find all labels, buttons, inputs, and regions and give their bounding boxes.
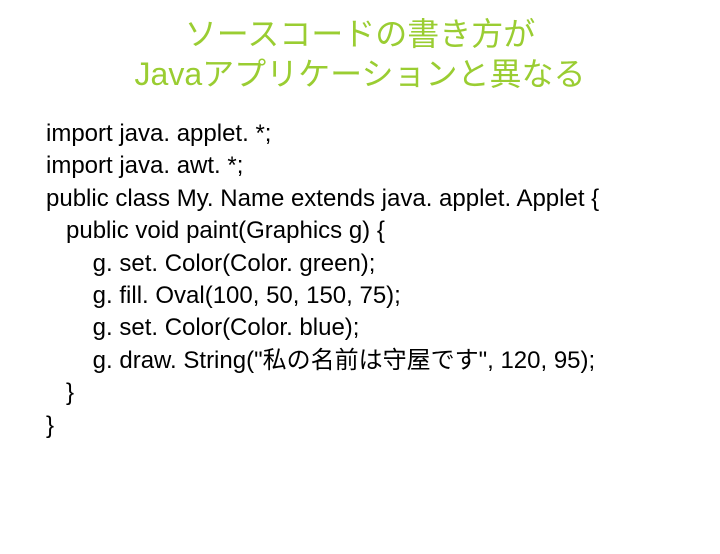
code-line: g. draw. String("私の名前は守屋です", 120, 95); <box>46 347 595 374</box>
code-line: public class My. Name extends java. appl… <box>46 185 599 212</box>
code-line: g. set. Color(Color. green); <box>46 250 375 277</box>
code-line: } <box>46 412 54 439</box>
code-line: import java. applet. *; <box>46 120 271 147</box>
code-block: import java. applet. *; import java. awt… <box>46 118 680 442</box>
code-line: import java. awt. *; <box>46 152 243 179</box>
title-line-1: ソースコードの書き方が <box>185 16 535 52</box>
code-line: } <box>46 379 74 406</box>
code-line: public void paint(Graphics g) { <box>46 217 385 244</box>
code-line: g. fill. Oval(100, 50, 150, 75); <box>46 282 401 309</box>
slide-title: ソースコードの書き方が Javaアプリケーションと異なる <box>0 14 720 94</box>
code-line: g. set. Color(Color. blue); <box>46 314 359 341</box>
title-line-2: Javaアプリケーションと異なる <box>135 56 586 92</box>
